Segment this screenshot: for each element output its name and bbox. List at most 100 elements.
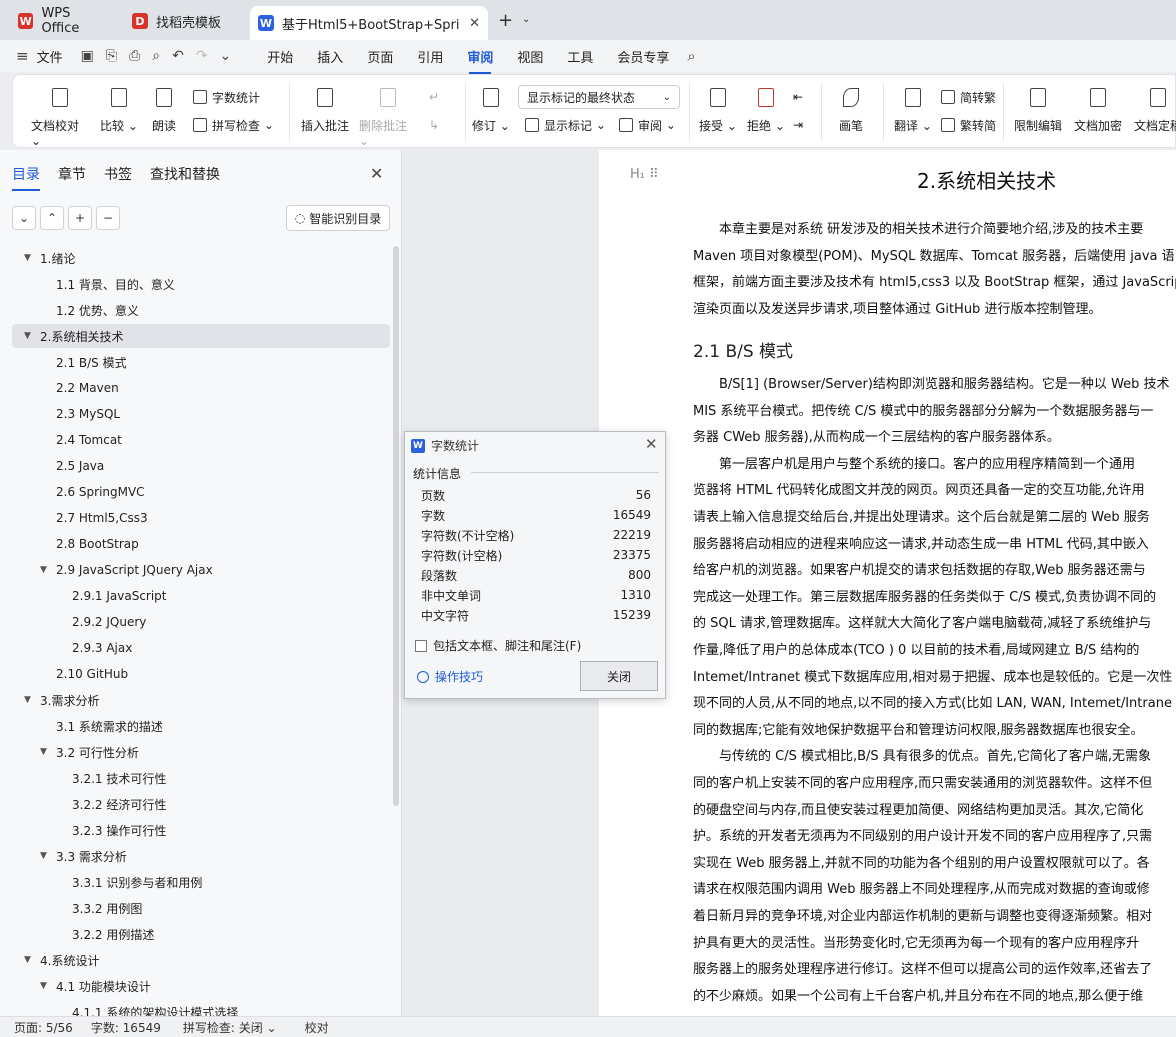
restrict-edit-button[interactable]: 限制编辑 xyxy=(1011,75,1065,134)
toc-item[interactable]: 2.8 BootStrap xyxy=(12,532,390,556)
toc-item[interactable]: ▼ 2.系统相关技术 xyxy=(12,324,390,348)
next-change-icon[interactable]: ⇥ xyxy=(793,114,803,136)
tab-list-chevron-icon[interactable]: ⌄ xyxy=(522,14,530,25)
toc-item[interactable]: 3.2.1 技术可行性 xyxy=(12,766,390,790)
compare-button[interactable]: 比较 ⌄ xyxy=(99,75,139,134)
toc-item[interactable]: 2.9.3 Ajax xyxy=(12,636,390,660)
hamburger-icon[interactable]: ≡ xyxy=(10,47,35,65)
toc-item[interactable]: 2.9.2 JQuery xyxy=(12,610,390,634)
spell-check-indicator[interactable]: 拼写检查: 关闭 ⌄ xyxy=(183,1019,277,1036)
toc-item[interactable]: 2.1 B/S 模式 xyxy=(12,350,390,374)
tips-link[interactable]: 操作技巧 xyxy=(417,668,483,685)
toc-item[interactable]: 2.4 Tomcat xyxy=(12,428,390,452)
expand-triangle-icon[interactable]: ▼ xyxy=(24,955,34,965)
toc-item[interactable]: 3.2.2 用例描述 xyxy=(12,922,390,946)
save-icon[interactable]: ▣ xyxy=(75,48,100,64)
show-markup-button[interactable]: 显示标记 ⌄ xyxy=(525,114,606,136)
close-button[interactable]: 关闭 xyxy=(580,661,658,691)
tab-template[interactable]: D 找稻壳模板 xyxy=(124,6,244,36)
print-icon[interactable]: ⎙ xyxy=(123,48,146,64)
proof-indicator[interactable]: 校对 xyxy=(305,1019,329,1036)
add-heading-button[interactable]: + xyxy=(68,206,92,230)
insert-comment-button[interactable]: 插入批注 xyxy=(299,75,351,134)
smart-toc-button[interactable]: ◌ 智能识别目录 xyxy=(286,205,390,231)
encrypt-button[interactable]: 文档加密 xyxy=(1071,75,1125,134)
tab-toc[interactable]: 目录 xyxy=(12,164,40,191)
undo-icon[interactable]: ↶ xyxy=(166,48,190,64)
review-pane-button[interactable]: 审阅 ⌄ xyxy=(619,114,676,136)
menu-review[interactable]: 审阅 xyxy=(455,47,505,74)
menu-view[interactable]: 视图 xyxy=(505,47,555,66)
toc-item[interactable]: 4.1.1 系统的架构设计模式选择 xyxy=(12,1000,390,1017)
print-preview-icon[interactable]: ⌕ xyxy=(146,48,166,64)
toc-item[interactable]: 3.1 系统需求的描述 xyxy=(12,714,390,738)
close-icon[interactable]: ✕ xyxy=(645,435,658,453)
accept-button[interactable]: 接受 ⌄ xyxy=(697,75,739,134)
prev-change-icon[interactable]: ⇤ xyxy=(793,86,803,108)
share-icon[interactable]: ⎘ xyxy=(100,48,123,64)
tab-document[interactable]: W 基于Html5+BootStrap+Spri ✕ xyxy=(250,6,488,40)
toc-item[interactable]: ▼ 2.9 JavaScript JQuery Ajax xyxy=(12,558,390,582)
toc-item[interactable]: 3.2.2 经济可行性 xyxy=(12,792,390,816)
expand-triangle-icon[interactable]: ▼ xyxy=(24,695,34,705)
search-icon[interactable]: ⌕ xyxy=(681,47,701,65)
read-aloud-button[interactable]: 朗读 xyxy=(149,75,179,134)
collapse-up-button[interactable]: ⌃ xyxy=(40,206,64,230)
quick-access-chevron-icon[interactable]: ⌄ xyxy=(214,48,238,64)
toc-item[interactable]: 3.3.2 用例图 xyxy=(12,896,390,920)
toc-item[interactable]: 3.3.1 识别参与者和用例 xyxy=(12,870,390,894)
page-indicator[interactable]: 页面: 5/56 xyxy=(14,1019,73,1036)
expand-triangle-icon[interactable]: ▼ xyxy=(40,565,50,575)
tab-wps-office[interactable]: W WPS Office xyxy=(10,6,118,36)
toc-item[interactable]: 1.2 优势、意义 xyxy=(12,298,390,322)
toc-item[interactable]: 3.2.3 操作可行性 xyxy=(12,818,390,842)
close-icon[interactable]: ✕ xyxy=(370,164,383,183)
toc-scrollbar[interactable] xyxy=(393,246,399,806)
toc-item[interactable]: 2.7 Html5,Css3 xyxy=(12,506,390,530)
heading-handle-icon[interactable]: H₁ ⠿ xyxy=(630,167,659,182)
expand-triangle-icon[interactable]: ▼ xyxy=(40,747,50,757)
tab-sections[interactable]: 章节 xyxy=(58,164,86,184)
menu-start[interactable]: 开始 xyxy=(255,47,305,66)
toc-item[interactable]: 2.3 MySQL xyxy=(12,402,390,426)
menu-file[interactable]: 文件 xyxy=(35,47,75,66)
menu-page[interactable]: 页面 xyxy=(355,47,405,66)
word-count-button[interactable]: 字数统计 xyxy=(193,86,260,108)
reject-button[interactable]: 拒绝 ⌄ xyxy=(745,75,787,134)
menu-reference[interactable]: 引用 xyxy=(405,47,455,66)
pen-button[interactable]: 画笔 xyxy=(835,75,867,134)
to-traditional-button[interactable]: 简转繁 xyxy=(941,86,996,108)
menu-member[interactable]: 会员专享 xyxy=(605,47,681,66)
expand-triangle-icon[interactable]: ▼ xyxy=(24,331,34,341)
toc-item[interactable]: 2.2 Maven xyxy=(12,376,390,400)
close-tab-icon[interactable]: ✕ xyxy=(469,16,480,31)
toc-item[interactable]: ▼ 3.3 需求分析 xyxy=(12,844,390,868)
expand-down-button[interactable]: ⌄ xyxy=(12,206,36,230)
toc-item[interactable]: 1.1 背景、目的、意义 xyxy=(12,272,390,296)
expand-triangle-icon[interactable]: ▼ xyxy=(40,981,50,991)
menu-tools[interactable]: 工具 xyxy=(555,47,605,66)
word-count-indicator[interactable]: 字数: 16549 xyxy=(91,1019,161,1036)
toc-item[interactable]: ▼ 3.2 可行性分析 xyxy=(12,740,390,764)
toc-item[interactable]: ▼ 3.需求分析 xyxy=(12,688,390,712)
prev-comment-icon[interactable]: ↵ xyxy=(429,86,439,108)
tab-bookmarks[interactable]: 书签 xyxy=(104,164,132,184)
toc-item[interactable]: 2.9.1 JavaScript xyxy=(12,584,390,608)
redo-icon[interactable]: ↷ xyxy=(190,48,214,64)
new-tab-icon[interactable]: + xyxy=(498,10,513,31)
delete-comment-button[interactable]: 删除批注 ⌄ xyxy=(359,75,417,148)
tab-find-replace[interactable]: 查找和替换 xyxy=(150,164,220,184)
toc-item[interactable]: ▼ 4.系统设计 xyxy=(12,948,390,972)
toc-item[interactable]: 2.5 Java xyxy=(12,454,390,478)
toc-item[interactable]: ▼ 4.1 功能模块设计 xyxy=(12,974,390,998)
toc-item[interactable]: ▼ 1.绪论 xyxy=(12,246,390,270)
toc-item[interactable]: 2.6 SpringMVC xyxy=(12,480,390,504)
spell-check-button[interactable]: 拼写检查 ⌄ xyxy=(193,114,274,136)
markup-state-select[interactable]: 显示标记的最终状态 ⌄ xyxy=(518,85,680,109)
expand-triangle-icon[interactable]: ▼ xyxy=(40,851,50,861)
doc-final-button[interactable]: 文档定稿 xyxy=(1131,75,1176,134)
doc-proof-button[interactable]: 文档校对 ⌄ xyxy=(31,75,89,148)
menu-insert[interactable]: 插入 xyxy=(305,47,355,66)
next-comment-icon[interactable]: ↳ xyxy=(429,114,439,136)
revise-button[interactable]: 修订 ⌄ xyxy=(471,75,511,134)
